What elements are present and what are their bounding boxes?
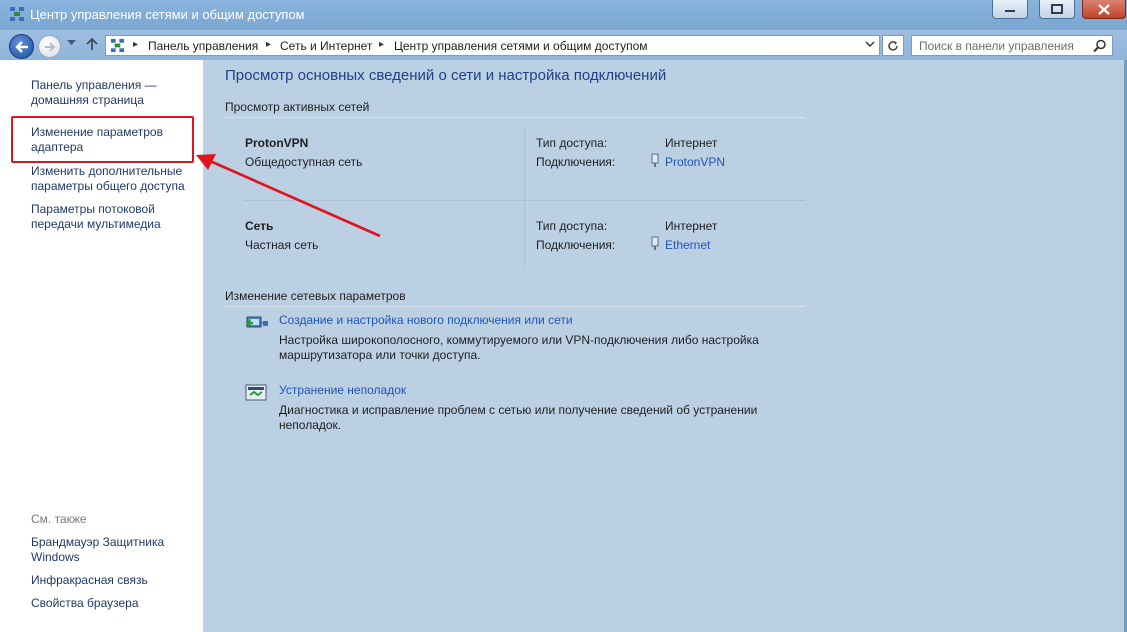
new-connection-link[interactable]: Создание и настройка нового подключения …	[279, 313, 573, 327]
breadcrumb-network-center[interactable]: Центр управления сетями и общим доступом	[394, 39, 648, 53]
search-icon[interactable]	[1093, 39, 1107, 53]
refresh-button[interactable]	[882, 35, 904, 56]
new-connection-icon	[246, 316, 268, 328]
column-divider	[524, 130, 525, 268]
forward-arrow-icon	[44, 41, 55, 52]
navigation-bar: ▸ Панель управления ▸ Сеть и Интернет ▸ …	[0, 30, 1127, 60]
new-connection-description: Настройка широкополосного, коммутируемог…	[279, 333, 759, 362]
connection-link-protonvpn[interactable]: ProtonVPN	[665, 155, 725, 169]
forward-button[interactable]	[38, 35, 61, 58]
section-divider	[225, 117, 805, 118]
window-title: Центр управления сетями и общим доступом	[30, 7, 305, 22]
troubleshoot-icon	[245, 384, 267, 401]
network-center-icon	[10, 7, 24, 21]
address-dropdown-icon[interactable]	[865, 41, 875, 48]
connections-label: Подключения:	[536, 155, 616, 169]
see-also-infrared[interactable]: Инфракрасная связь	[31, 573, 196, 588]
section-divider	[225, 306, 805, 307]
back-button[interactable]	[9, 34, 34, 59]
access-type-label: Тип доступа:	[536, 136, 608, 150]
ethernet-connection-icon	[651, 236, 659, 250]
minimize-button[interactable]	[992, 0, 1028, 19]
see-also-browser-properties[interactable]: Свойства браузера	[31, 596, 196, 611]
close-button[interactable]	[1082, 0, 1126, 19]
sidebar-link-media-streaming[interactable]: Параметры потоковой передачи мультимедиа	[31, 202, 176, 232]
maximize-icon	[1051, 4, 1063, 14]
maximize-button[interactable]	[1039, 0, 1075, 19]
breadcrumb-separator-icon[interactable]: ▸	[266, 39, 271, 50]
see-also-firewall[interactable]: Брандмауэр Защитника Windows	[31, 535, 176, 565]
search-box[interactable]	[911, 35, 1113, 56]
connections-label: Подключения:	[536, 238, 616, 252]
minimize-icon	[1005, 10, 1015, 12]
recent-pages-dropdown-icon[interactable]	[67, 40, 76, 46]
breadcrumb-control-panel[interactable]: Панель управления	[148, 39, 258, 53]
active-networks-heading: Просмотр активных сетей	[225, 100, 370, 114]
access-type-value: Интернет	[665, 219, 718, 233]
control-panel-icon	[110, 38, 125, 53]
breadcrumb-separator-icon[interactable]: ▸	[379, 39, 384, 50]
network-name: ProtonVPN	[245, 136, 309, 150]
breadcrumb-separator-icon[interactable]: ▸	[133, 39, 138, 50]
page-title: Просмотр основных сведений о сети и наст…	[225, 67, 667, 84]
sidebar-link-sharing-settings[interactable]: Изменить дополнительные параметры общего…	[31, 164, 196, 194]
breadcrumb-network-internet[interactable]: Сеть и Интернет	[280, 39, 372, 53]
search-input[interactable]	[912, 36, 1087, 55]
see-also-heading: См. также	[31, 512, 87, 526]
troubleshoot-description: Диагностика и исправление проблем с сеть…	[279, 403, 758, 432]
close-icon	[1098, 3, 1110, 15]
vpn-connection-icon	[651, 153, 659, 167]
annotation-highlight-box	[11, 116, 194, 163]
title-bar: Центр управления сетями и общим доступом	[0, 0, 1127, 30]
back-arrow-icon	[14, 40, 28, 53]
access-type-value: Интернет	[665, 136, 718, 150]
connection-link-ethernet[interactable]: Ethernet	[665, 238, 710, 252]
troubleshoot-link[interactable]: Устранение неполадок	[279, 383, 406, 397]
change-settings-heading: Изменение сетевых параметров	[225, 289, 406, 303]
annotation-arrow-icon	[196, 154, 381, 238]
refresh-icon	[888, 40, 898, 51]
access-type-label: Тип доступа:	[536, 219, 608, 233]
up-arrow-icon[interactable]	[86, 37, 98, 51]
sidebar-link-home[interactable]: Панель управления — домашняя страница	[31, 78, 196, 108]
address-bar[interactable]: ▸ Панель управления ▸ Сеть и Интернет ▸ …	[105, 35, 880, 56]
